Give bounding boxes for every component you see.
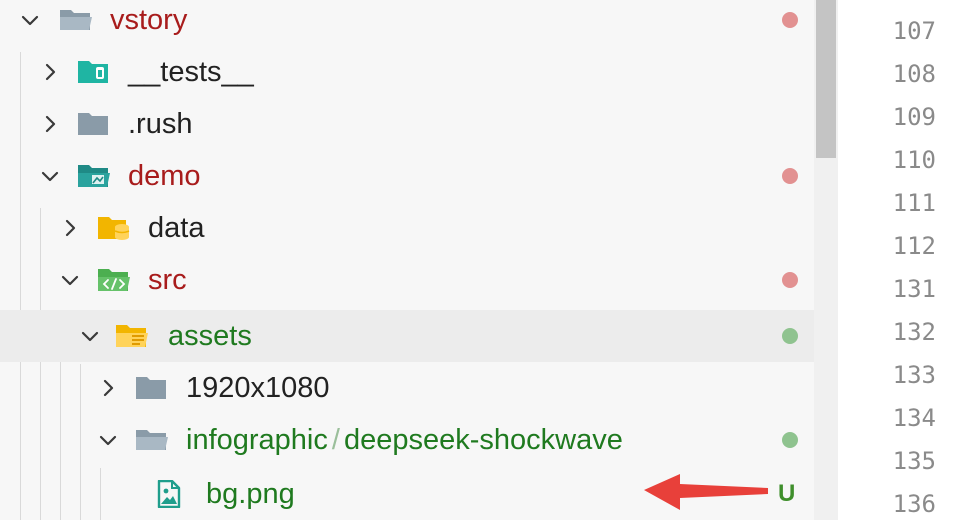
tree-item-rush[interactable]: .rush <box>0 98 838 150</box>
untracked-badge: U <box>778 480 796 507</box>
tree-item-1920x1080[interactable]: 1920x1080 <box>0 362 838 414</box>
folder-name-segment: infographic <box>186 424 328 456</box>
folder-icon <box>134 374 170 402</box>
line-number: 107 <box>892 17 936 45</box>
tree-item-label: __tests__ <box>128 56 254 88</box>
line-number: 134 <box>892 404 936 432</box>
chevron-right-icon[interactable] <box>38 60 62 84</box>
line-number: 112 <box>892 232 936 260</box>
chevron-right-icon[interactable] <box>96 376 120 400</box>
tree-item-label: bg.png <box>206 478 295 510</box>
line-number: 108 <box>892 60 936 88</box>
tree-item-tests[interactable]: __tests__ <box>0 46 838 98</box>
chevron-down-icon[interactable] <box>18 8 42 32</box>
untracked-dot <box>782 432 798 448</box>
folder-icon <box>76 110 112 138</box>
tree-item-label: .rush <box>128 108 193 140</box>
line-number: 132 <box>892 318 936 346</box>
tree-item-assets[interactable]: assets <box>0 310 838 362</box>
tree-item-data[interactable]: data <box>0 202 838 254</box>
source-folder-icon <box>96 266 132 294</box>
assets-folder-icon <box>114 322 150 350</box>
tree-item-demo[interactable]: demo <box>0 150 838 202</box>
chevron-down-icon[interactable] <box>58 268 82 292</box>
tree-item-label: assets <box>168 320 252 352</box>
demo-folder-icon <box>76 162 112 190</box>
tree-item-vstory[interactable]: vstory <box>0 0 838 46</box>
chevron-right-icon[interactable] <box>58 216 82 240</box>
line-number: 110 <box>892 146 936 174</box>
tree-item-label: 1920x1080 <box>186 372 330 404</box>
image-file-icon <box>154 480 184 508</box>
line-number: 131 <box>892 275 936 303</box>
untracked-dot <box>782 328 798 344</box>
file-explorer: vstory __tests__ .rush demo data src ass… <box>0 0 838 520</box>
tree-item-src[interactable]: src <box>0 254 838 306</box>
chevron-down-icon[interactable] <box>78 324 102 348</box>
chevron-right-icon[interactable] <box>38 112 62 136</box>
modified-dot <box>782 168 798 184</box>
test-folder-icon <box>76 58 112 86</box>
chevron-down-icon[interactable] <box>38 164 62 188</box>
line-number: 111 <box>892 189 936 217</box>
tree-item-label: src <box>148 264 187 296</box>
annotation-arrow-icon <box>644 474 768 510</box>
editor-line-number-gutter: 107 108 109 110 111 112 131 132 133 134 … <box>838 0 954 520</box>
database-folder-icon <box>96 214 132 242</box>
tree-item-label: infographic / deepseek-shockwave <box>186 414 623 466</box>
folder-open-icon <box>134 426 170 454</box>
path-separator: / <box>331 424 340 456</box>
line-number: 135 <box>892 447 936 475</box>
modified-dot <box>782 12 798 28</box>
folder-open-icon <box>58 6 94 34</box>
folder-name-segment: deepseek-shockwave <box>343 424 623 456</box>
tree-item-label: demo <box>128 160 201 192</box>
tree-item-label: data <box>148 212 205 244</box>
line-number: 109 <box>892 103 936 131</box>
vertical-scrollbar[interactable] <box>814 0 838 520</box>
chevron-down-icon[interactable] <box>96 428 120 452</box>
tree-item-label: vstory <box>110 4 188 36</box>
scrollbar-thumb[interactable] <box>816 0 836 158</box>
modified-dot <box>782 272 798 288</box>
line-number: 133 <box>892 361 936 389</box>
tree-item-infographic[interactable]: infographic / deepseek-shockwave <box>0 414 838 466</box>
